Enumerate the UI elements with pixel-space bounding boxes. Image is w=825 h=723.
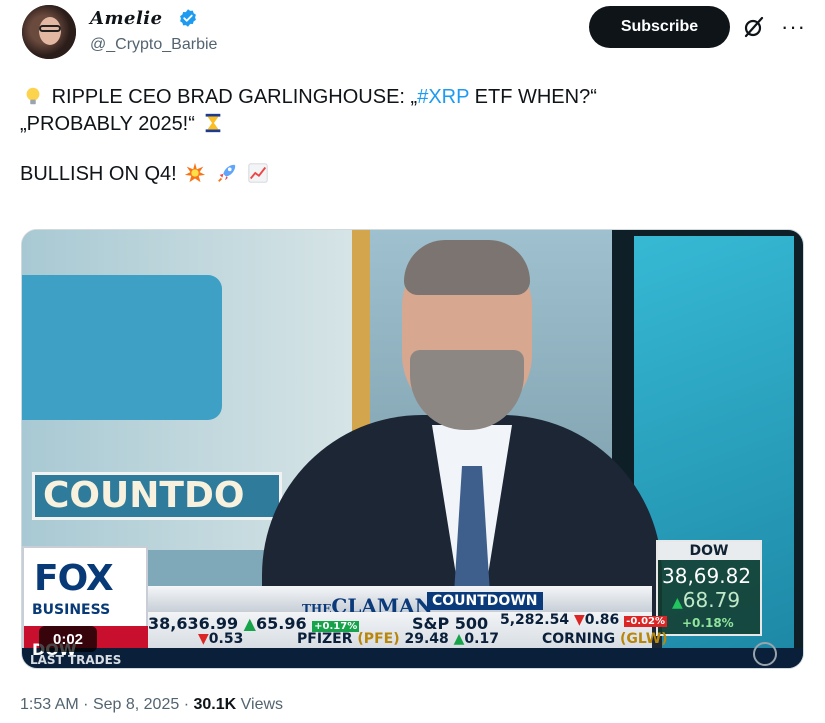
tweet-line-3: BULLISH ON Q4! <box>20 161 800 188</box>
tweet-line-1: RIPPLE CEO BRAD GARLINGHOUSE: „#XRP ETF … <box>20 84 800 111</box>
studio-screen <box>22 275 222 420</box>
fox-logo-text: FOX <box>34 558 114 599</box>
ticker-corning: CORNING (GLW) <box>542 631 668 647</box>
up-arrow-icon: ▲ <box>672 595 683 611</box>
tweet-line-3-text: BULLISH ON Q4! <box>20 163 177 185</box>
show-subtitle: COUNTDOWN <box>427 592 543 610</box>
dow-box-percent: +0.18% <box>682 616 734 630</box>
collision-emoji <box>185 162 206 183</box>
ticker-sp500-values: 5,282.54 ▼0.86 -0.02% <box>500 612 668 628</box>
video-time-badge: 0:02 <box>39 626 97 652</box>
avatar[interactable] <box>22 5 76 59</box>
views-label: Views <box>240 696 284 713</box>
chart-increasing-emoji <box>248 163 269 183</box>
rocket-emoji <box>217 164 236 182</box>
tweet-line-1-pre: RIPPLE CEO BRAD GARLINGHOUSE: „ <box>51 86 418 108</box>
author-handle[interactable]: @_Crypto_Barbie <box>90 36 217 54</box>
tweet-text: RIPPLE CEO BRAD GARLINGHOUSE: „#XRP ETF … <box>20 84 800 188</box>
video-corner-control-icon[interactable] <box>753 642 777 666</box>
verified-badge-icon <box>180 9 196 27</box>
lightbulb-emoji <box>26 87 40 105</box>
hashtag-link[interactable]: #XRP <box>417 86 469 108</box>
person-hair <box>404 240 530 295</box>
ticker-left-change: ▼0.53 <box>198 631 244 647</box>
studio-sign: COUNTDO <box>32 472 282 520</box>
avatar-glasses <box>39 25 61 32</box>
bottom-ticker-strip <box>22 648 803 668</box>
views-count: 30.1K <box>193 696 237 713</box>
more-dots-icon[interactable]: ··· <box>781 14 806 40</box>
fox-business-text: BUSINESS <box>32 602 111 618</box>
hourglass-emoji <box>206 113 221 133</box>
grok-slash-icon[interactable] <box>742 15 766 39</box>
author-display-name[interactable]: Amelie <box>90 8 163 29</box>
video-player[interactable]: COUNTDO FOX BUSINESS DOW 38,6​9.82 ▲68.7… <box>21 229 804 669</box>
tweet-line-2: „PROBABLY 2025!“ <box>20 111 800 138</box>
tweet-line-2-text: „PROBABLY 2025!“ <box>20 113 195 135</box>
dow-box-change: ▲68.79 <box>672 588 741 612</box>
tweet-date[interactable]: Sep 8, 2025 <box>93 696 179 713</box>
dow-box: DOW 38,6​9.82 ▲68.79 +0.18% <box>656 540 762 636</box>
dow-box-label: DOW <box>658 542 760 560</box>
tweet-time[interactable]: 1:53 AM <box>20 696 79 713</box>
tweet-line-1-post: ETF WHEN?“ <box>469 86 597 108</box>
subscribe-button[interactable]: Subscribe <box>589 6 730 48</box>
ticker-pfizer: PFIZER (PFE) 29.48 ▲0.17 <box>297 631 499 647</box>
dow-box-value: 38,6​9.82 <box>662 564 752 588</box>
tweet-meta: 1:53 AM · Sep 8, 2025 · 30.1K Views <box>20 696 284 713</box>
